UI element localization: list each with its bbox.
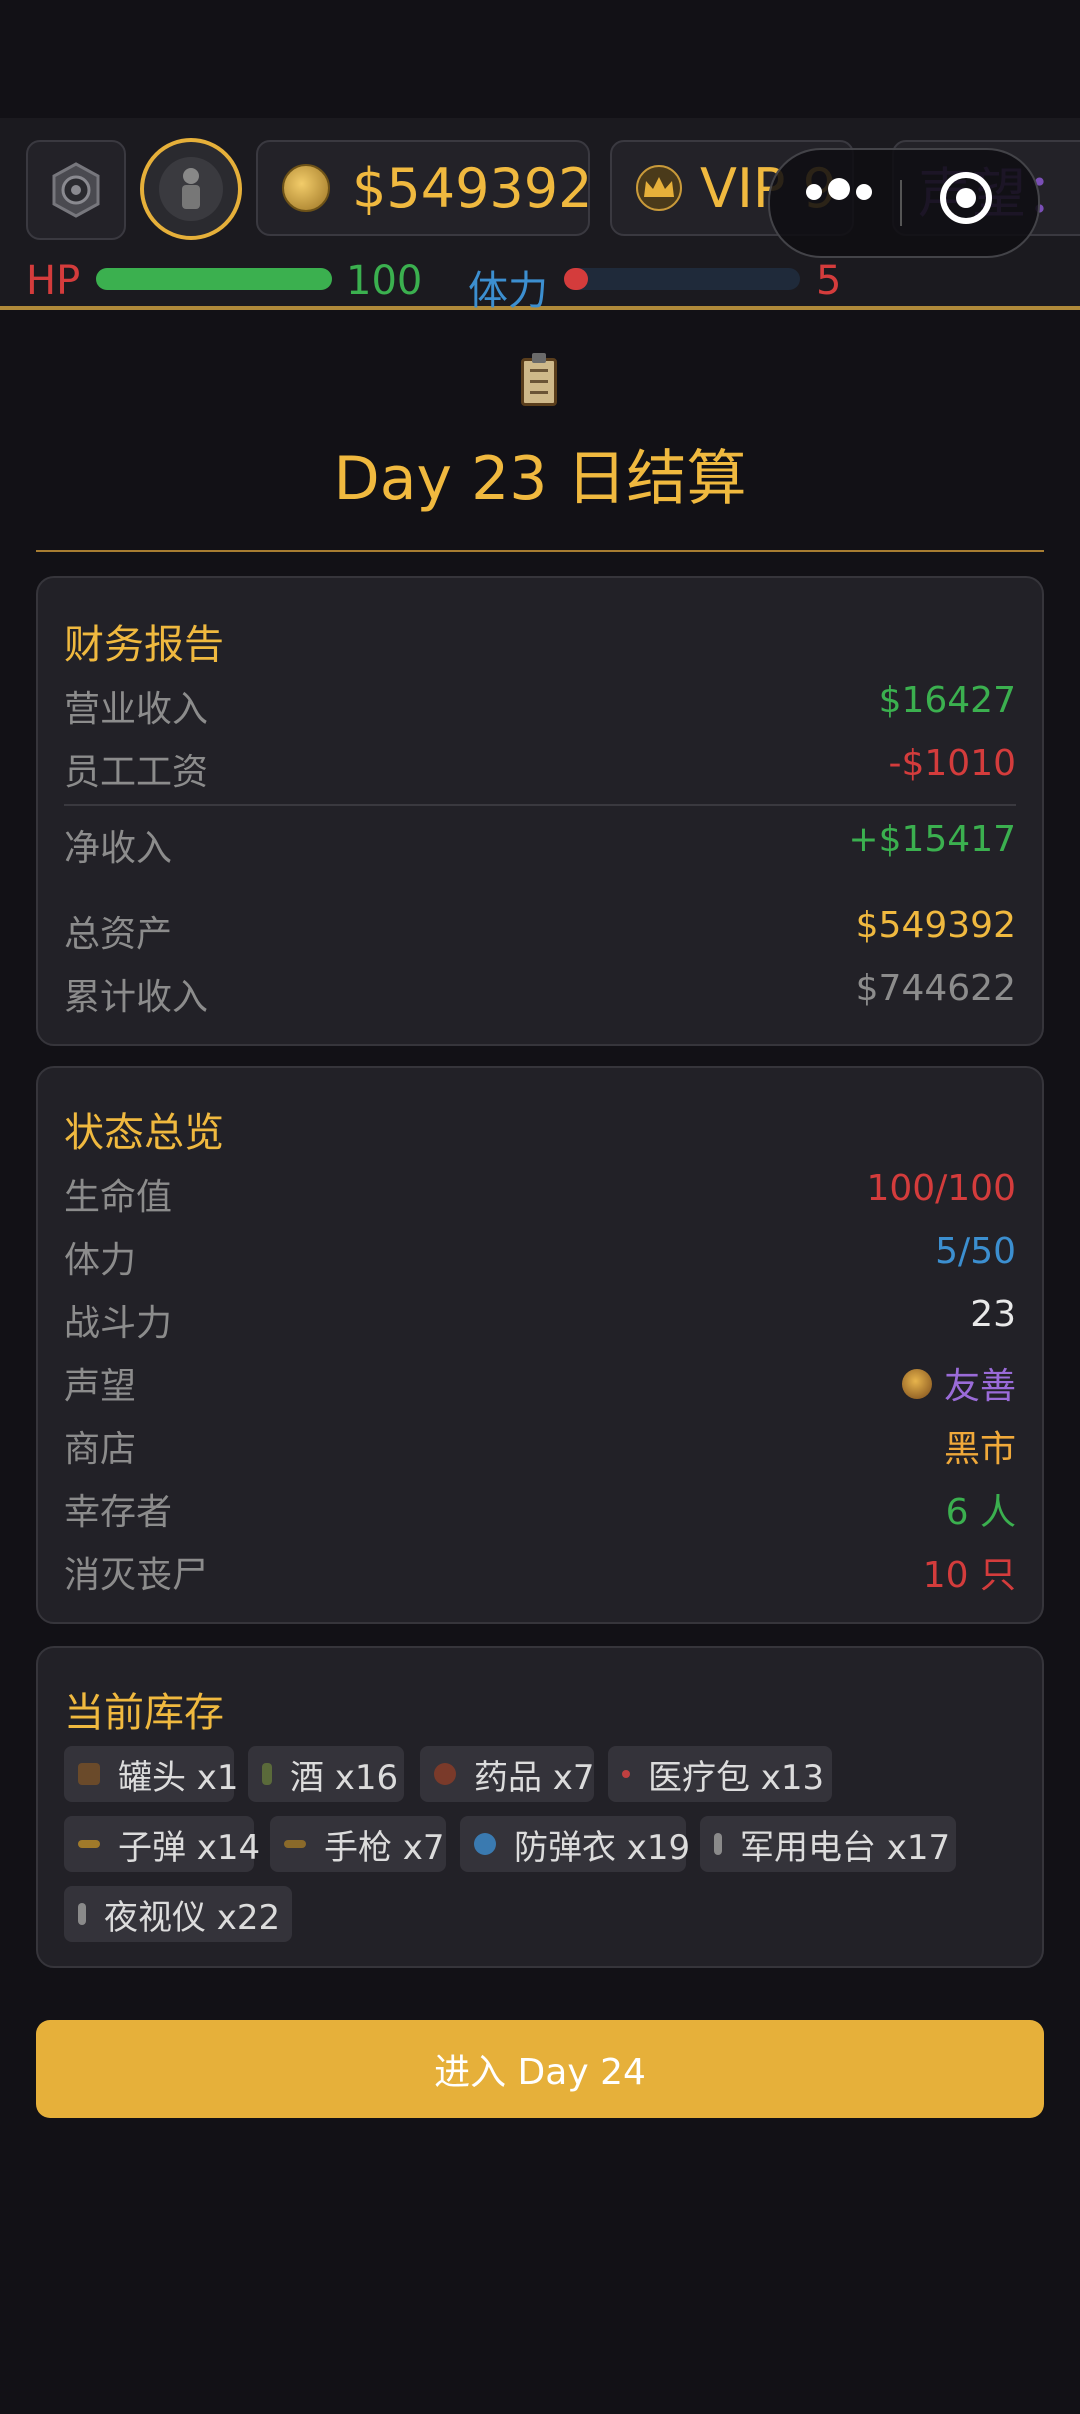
hp-value: 100 xyxy=(346,258,423,304)
inventory-item: 酒 x16 xyxy=(248,1746,404,1802)
radio-icon xyxy=(714,1833,722,1855)
next-day-button[interactable]: 进入 Day 24 xyxy=(36,2020,1044,2118)
avatar-button[interactable] xyxy=(140,138,242,240)
hp-label: HP xyxy=(26,258,81,304)
row-label: 总资产 xyxy=(64,914,173,955)
finance-row-cumulative: 累计收入 $744622 xyxy=(64,968,1016,1018)
row-value: -$1010 xyxy=(888,743,1016,784)
row-value: 100/100 xyxy=(866,1168,1016,1209)
inventory-item: 夜视仪 x22 xyxy=(64,1886,292,1942)
money-value: $549392 xyxy=(352,156,593,220)
row-label: 消灭丧尸 xyxy=(64,1555,209,1596)
gear-icon xyxy=(52,162,100,218)
hp-progress-bar xyxy=(96,268,332,290)
inventory-item: 军用电台 x17 xyxy=(700,1816,956,1872)
settings-button[interactable] xyxy=(26,140,126,240)
pistol-icon xyxy=(284,1840,306,1848)
row-value: $744622 xyxy=(855,968,1016,1009)
bullet-icon xyxy=(78,1840,100,1848)
survivor-avatar-icon xyxy=(159,157,223,221)
stamina-progress-fill xyxy=(564,268,588,290)
status-row-zombies-killed: 消灭丧尸 10 只 xyxy=(64,1546,1016,1596)
finance-row-revenue: 营业收入 $16427 xyxy=(64,680,1016,730)
status-row-hp: 生命值 100/100 xyxy=(64,1168,1016,1218)
hp-progress-fill xyxy=(96,268,332,290)
coin-icon xyxy=(282,164,330,212)
bottle-icon xyxy=(262,1763,272,1785)
stamina-progress-bar xyxy=(564,268,800,290)
status-row-shop: 商店 黑市 xyxy=(64,1420,1016,1470)
money-display: $549392 xyxy=(256,140,593,236)
status-row-combat-power: 战斗力 23 xyxy=(64,1294,1016,1344)
row-label: 累计收入 xyxy=(64,977,209,1018)
row-label: 生命值 xyxy=(64,1177,173,1218)
vest-icon xyxy=(474,1833,496,1855)
crown-icon xyxy=(636,165,682,211)
item-label: 药品 x7 xyxy=(474,1757,595,1798)
row-value: 黑市 xyxy=(943,1429,1016,1470)
item-label: 罐头 x1 xyxy=(118,1757,239,1798)
finance-row-total-assets: 总资产 $549392 xyxy=(64,905,1016,955)
row-label: 幸存者 xyxy=(64,1492,173,1533)
finance-row-net: 净收入 +$15417 xyxy=(64,819,1016,869)
can-icon xyxy=(78,1763,100,1785)
row-value: 友善 xyxy=(943,1366,1016,1407)
miniprogram-capsule xyxy=(768,148,1040,258)
inventory-item: 子弹 x14 xyxy=(64,1816,260,1872)
page-title: Day 23 日结算 xyxy=(333,444,747,514)
row-value: 6 人 xyxy=(945,1492,1016,1533)
reputation-value: 友善 xyxy=(901,1357,1016,1409)
row-label: 净收入 xyxy=(64,828,173,869)
status-row-survivors: 幸存者 6 人 xyxy=(64,1483,1016,1533)
title-divider xyxy=(36,550,1044,552)
item-label: 军用电台 x17 xyxy=(740,1827,951,1868)
row-value: 5/50 xyxy=(935,1231,1016,1272)
row-divider xyxy=(64,804,1016,806)
row-label: 声望 xyxy=(64,1366,137,1407)
status-row-stamina: 体力 5/50 xyxy=(64,1231,1016,1281)
medkit-icon xyxy=(622,1770,630,1778)
card-title: 当前库存 xyxy=(64,1690,224,1736)
inventory-item: 医疗包 x13 xyxy=(608,1746,832,1802)
clipboard-icon xyxy=(521,353,557,406)
row-value: +$15417 xyxy=(848,819,1016,860)
status-overview-card: 状态总览 生命值 100/100 体力 5/50 战斗力 23 声望 友善 商店… xyxy=(36,1066,1044,1624)
finance-report-card: 财务报告 营业收入 $16427 员工工资 -$1010 净收入 +$15417… xyxy=(36,576,1044,1046)
item-label: 夜视仪 x22 xyxy=(104,1897,281,1938)
more-menu-icon[interactable] xyxy=(806,178,878,204)
row-label: 战斗力 xyxy=(64,1303,173,1344)
row-label: 员工工资 xyxy=(64,752,209,793)
inventory-item: 罐头 x1 xyxy=(64,1746,239,1802)
item-label: 子弹 x14 xyxy=(118,1827,261,1868)
finance-row-salary: 员工工资 -$1010 xyxy=(64,743,1016,793)
stamina-value: 5 xyxy=(816,258,842,304)
item-label: 酒 x16 xyxy=(290,1757,399,1798)
card-title: 状态总览 xyxy=(64,1110,224,1156)
status-row-reputation: 声望 友善 xyxy=(64,1357,1016,1407)
capsule-divider xyxy=(900,180,902,226)
vitals-bar: HP 100 体力 5 xyxy=(0,258,1080,314)
row-label: 体力 xyxy=(64,1240,137,1281)
row-label: 商店 xyxy=(64,1429,137,1470)
inventory-card: 当前库存 罐头 x1 酒 x16 药品 x7 医疗包 x13 子弹 x14 手枪… xyxy=(36,1646,1044,1968)
reputation-emblem-icon xyxy=(901,1369,932,1399)
row-value: $549392 xyxy=(855,905,1016,946)
item-label: 医疗包 x13 xyxy=(648,1757,825,1798)
inventory-item: 手枪 x7 xyxy=(270,1816,446,1872)
night-vision-icon xyxy=(78,1903,86,1925)
inventory-item: 防弹衣 x19 xyxy=(460,1816,690,1872)
stamina-label: 体力 xyxy=(468,268,548,314)
item-label: 防弹衣 x19 xyxy=(514,1827,691,1868)
close-miniprogram-icon[interactable] xyxy=(940,172,992,224)
row-value: $16427 xyxy=(878,680,1016,721)
card-title: 财务报告 xyxy=(64,622,224,668)
medicine-icon xyxy=(434,1763,456,1785)
item-label: 手枪 x7 xyxy=(324,1827,445,1868)
row-value: 10 只 xyxy=(922,1555,1016,1596)
inventory-item: 药品 x7 xyxy=(420,1746,595,1802)
row-value: 23 xyxy=(970,1294,1016,1335)
row-label: 营业收入 xyxy=(64,689,209,730)
